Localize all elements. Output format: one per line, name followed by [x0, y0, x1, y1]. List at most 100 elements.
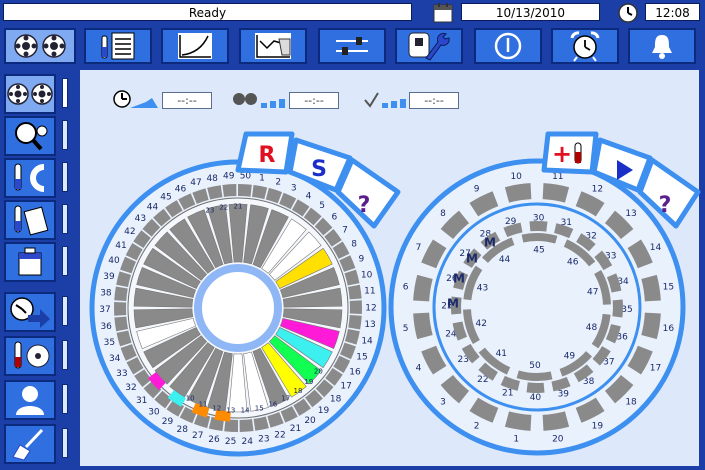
reagent-position-label: 18: [330, 395, 342, 405]
reagent-position-label: 9: [358, 254, 364, 264]
reagent-position-label: 25: [225, 437, 236, 447]
sample-outer-label: 12: [592, 185, 603, 195]
reagent-inner-label: 20: [314, 367, 323, 375]
reagent-position-label: 7: [342, 225, 348, 235]
sample-outer-label: 10: [510, 172, 522, 182]
reagent-tray: 49 50 1 23456789101112131415161718192021222…: [89, 159, 387, 457]
sample-outer-label: 1: [513, 435, 519, 445]
reagent-inner-label: 10: [186, 395, 195, 403]
reagent-position-label: 21: [290, 424, 301, 434]
sample-middle-label: 39: [558, 389, 570, 399]
reagent-inner-label: 23: [205, 206, 214, 214]
reagent-cup[interactable]: [114, 286, 128, 301]
reagent-position-label: 36: [100, 322, 112, 332]
reagent-position-label: 39: [103, 272, 115, 282]
reagent-cup[interactable]: [348, 315, 362, 330]
reagent-position-label: 44: [147, 202, 159, 212]
sample-inner-label: 47: [587, 287, 598, 297]
reagent-position-label: 48: [206, 174, 218, 184]
sample-add-tab-label: +: [552, 140, 572, 168]
reagent-inner-label: 19: [304, 378, 313, 386]
sample-outer-label: 20: [552, 435, 564, 445]
reagent-r-tab[interactable]: R: [235, 131, 295, 175]
sample-outer-label: 6: [403, 282, 409, 292]
sample-outer-label: 17: [650, 364, 661, 374]
reagent-cup[interactable]: [114, 316, 128, 332]
reagent-cup[interactable]: [349, 300, 362, 315]
reagent-position-label: 20: [304, 416, 316, 426]
sample-inner-label: 46: [567, 258, 579, 268]
sample-inner-label: 45: [533, 245, 544, 255]
reagent-position-label: 1: [259, 173, 265, 183]
sample-outer-label: 11: [552, 172, 563, 182]
reagent-position-label: 43: [135, 214, 146, 224]
sample-help-tab-label: ?: [659, 193, 672, 218]
reagent-inner-label: 18: [293, 387, 302, 395]
reagent-position-label: 27: [192, 431, 203, 441]
sample-inner-label: 50: [529, 361, 541, 371]
reagent-position-label: 11: [364, 287, 375, 297]
reagent-inner-label: 21: [234, 203, 243, 211]
sample-inner-label: 41: [496, 349, 507, 359]
reagent-position-label: 29: [162, 417, 174, 427]
reagent-position-label: 34: [109, 354, 121, 364]
reagent-position-label: 13: [364, 320, 375, 330]
sample-outer-label: 8: [440, 209, 446, 219]
sample-cup[interactable]: [612, 299, 623, 318]
reagent-position-label: 14: [361, 336, 373, 346]
reagent-position-label: 46: [175, 184, 187, 194]
sample-marker: M: [484, 235, 496, 249]
sample-outer-label: 7: [416, 243, 422, 253]
reagent-cup[interactable]: [222, 184, 237, 197]
sample-cup[interactable]: [526, 382, 545, 393]
sample-inner-label: 48: [586, 323, 598, 333]
reagent-position-label: 41: [115, 241, 126, 251]
reagent-inner-label: 12: [212, 404, 221, 412]
reagent-s-tab-label: S: [311, 157, 327, 182]
reagent-position-label: 31: [136, 396, 147, 406]
reagent-cup[interactable]: [239, 419, 254, 432]
reagent-position-label: 33: [116, 369, 127, 379]
sample-cup[interactable]: [529, 221, 548, 232]
sample-outer-label: 15: [663, 282, 674, 292]
reagent-position-label: 16: [349, 367, 361, 377]
sample-tray: 12345678910 11121314151617181920212223242…: [388, 158, 686, 456]
reagent-position-label: 10: [361, 270, 373, 280]
reagent-r-tab-label: R: [259, 143, 276, 168]
sample-outer-label: 2: [474, 422, 480, 432]
reagent-cup[interactable]: [348, 284, 362, 300]
sample-add-tab[interactable]: +: [541, 131, 599, 175]
reagent-position-label: 4: [306, 191, 312, 201]
reagent-position-label: 12: [365, 303, 376, 313]
reagent-position-label: 40: [108, 256, 120, 266]
reagent-position-label: 6: [331, 213, 337, 223]
sample-outer-label: 13: [625, 209, 636, 219]
sample-outer-label: 3: [440, 397, 446, 407]
reagent-position-label: 45: [160, 192, 171, 202]
sample-outer-label: 9: [474, 185, 480, 195]
reagent-position-label: 15: [356, 352, 367, 362]
reagent-inner-label: 13: [226, 406, 235, 414]
sample-middle-label: 21: [502, 388, 513, 398]
reagent-position-label: 5: [319, 201, 325, 211]
tray-canvas: 49 50 1 23456789101112131415161718192021222…: [89, 131, 701, 457]
reagent-cup[interactable]: [113, 301, 127, 316]
reagent-position-label: 38: [100, 288, 112, 298]
reagent-position-label: 32: [125, 383, 136, 393]
sample-marker: M: [466, 251, 478, 265]
reagent-position-label: 22: [274, 430, 285, 440]
reagent-inner-label: 16: [268, 400, 277, 408]
reagent-position-label: 47: [190, 178, 201, 188]
reagent-tray-hub: [194, 264, 282, 352]
reagent-position-label: 49: [223, 172, 235, 182]
reagent-inner-label: 14: [241, 406, 250, 414]
sample-inner-label: 43: [477, 283, 488, 293]
reagent-cup[interactable]: [238, 184, 252, 197]
sample-outer-label: 4: [416, 364, 422, 374]
reagent-position-label: 8: [351, 239, 357, 249]
reagent-position-label: 24: [242, 437, 254, 447]
sample-outer-label: 16: [663, 324, 675, 334]
reagent-position-label: 2: [275, 177, 281, 187]
reagent-inner-label: 22: [219, 204, 228, 212]
reagent-help-tab-label: ?: [358, 193, 371, 218]
